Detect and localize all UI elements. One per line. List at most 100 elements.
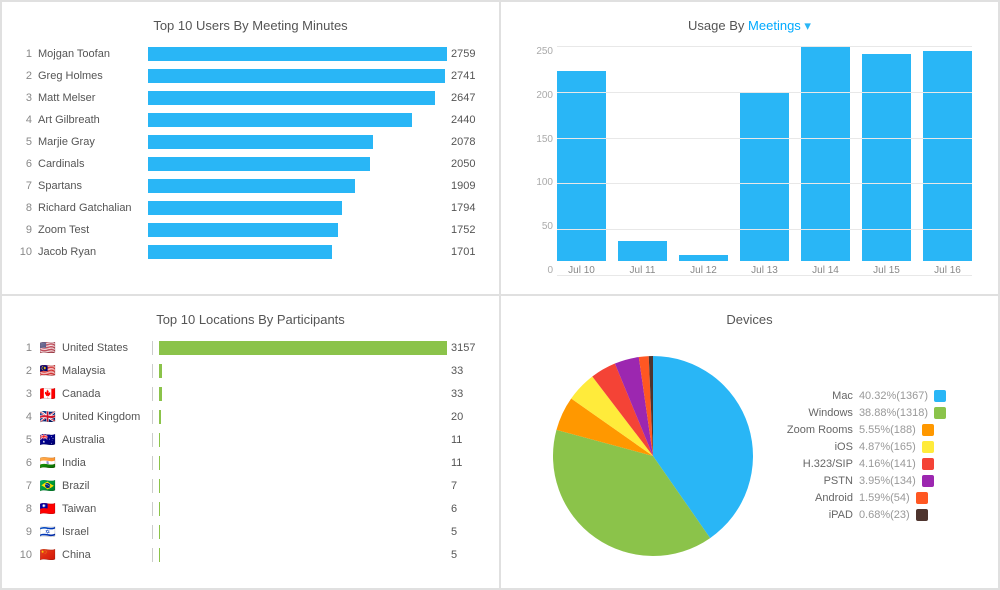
country-name: United Kingdom <box>62 411 152 423</box>
country-flag: 🇺🇸 <box>38 340 58 356</box>
rank-label: 4 <box>18 411 32 423</box>
bar-container <box>148 91 447 105</box>
locations-panel: Top 10 Locations By Participants 1🇺🇸Unit… <box>1 295 500 589</box>
location-value: 11 <box>451 434 483 446</box>
user-name: Mojgan Toofan <box>38 48 148 60</box>
country-name: Australia <box>62 434 152 446</box>
rank-label: 6 <box>18 158 32 170</box>
location-value: 20 <box>451 411 483 423</box>
country-flag: 🇨🇳 <box>38 547 58 563</box>
list-item: 3🇨🇦Canada33 <box>18 385 483 403</box>
location-value: 3157 <box>451 342 483 354</box>
user-name: Richard Gatchalian <box>38 202 148 214</box>
country-flag: 🇲🇾 <box>38 363 58 379</box>
location-bar-container <box>159 456 447 470</box>
user-name: Matt Melser <box>38 92 148 104</box>
table-row: 10Jacob Ryan1701 <box>18 243 483 261</box>
rank-label: 1 <box>18 342 32 354</box>
location-value: 5 <box>451 526 483 538</box>
country-name: Taiwan <box>62 503 152 515</box>
table-row: 9Zoom Test1752 <box>18 221 483 239</box>
legend-value: 1.59%(54) <box>859 492 910 504</box>
location-bar <box>159 387 162 401</box>
bar-value: 1701 <box>451 246 483 258</box>
usage-bar-col: Jul 16 <box>923 46 972 276</box>
usage-dropdown-icon[interactable]: ▾ <box>804 18 811 33</box>
bar-container <box>148 135 447 149</box>
usage-bar-col: Jul 15 <box>862 46 911 276</box>
list-item: 2🇲🇾Malaysia33 <box>18 362 483 380</box>
rank-label: 6 <box>18 457 32 469</box>
bar <box>148 157 370 171</box>
legend-value: 5.55%(188) <box>859 424 916 436</box>
legend-color-dot <box>916 509 928 521</box>
rank-label: 7 <box>18 180 32 192</box>
location-value: 6 <box>451 503 483 515</box>
rank-label: 3 <box>18 388 32 400</box>
table-row: 5Marjie Gray2078 <box>18 133 483 151</box>
bar-value: 2741 <box>451 70 483 82</box>
legend-item: iOS4.87%(165) <box>773 441 946 453</box>
list-item: 9🇮🇱Israel5 <box>18 523 483 541</box>
bar-container <box>148 47 447 61</box>
rank-label: 10 <box>18 549 32 561</box>
bar-value: 2440 <box>451 114 483 126</box>
table-row: 4Art Gilbreath2440 <box>18 111 483 129</box>
usage-bar <box>740 93 789 261</box>
usage-y-axis: 250200150100500 <box>517 46 557 276</box>
usage-bar-col: Jul 12 <box>679 46 728 276</box>
legend-item: PSTN3.95%(134) <box>773 475 946 487</box>
devices-title: Devices <box>517 312 982 327</box>
rank-label: 4 <box>18 114 32 126</box>
bar <box>148 179 355 193</box>
country-name: Brazil <box>62 480 152 492</box>
devices-panel: Devices Mac40.32%(1367)Windows38.88%(131… <box>500 295 999 589</box>
location-bar <box>159 456 160 470</box>
bar <box>148 69 445 83</box>
usage-bar-label: Jul 14 <box>812 265 839 276</box>
bar <box>148 245 332 259</box>
location-bar-container <box>159 502 447 516</box>
usage-bar-label: Jul 16 <box>934 265 961 276</box>
legend-value: 0.68%(23) <box>859 509 910 521</box>
rank-label: 5 <box>18 434 32 446</box>
dashboard: Top 10 Users By Meeting Minutes 1Mojgan … <box>0 0 1000 590</box>
y-axis-label: 150 <box>536 134 553 145</box>
country-flag: 🇮🇱 <box>38 524 58 540</box>
user-name: Spartans <box>38 180 148 192</box>
usage-chart-wrapper: 250200150100500 Jul 10Jul 11Jul 12Jul 13… <box>517 46 982 295</box>
rank-label: 2 <box>18 365 32 377</box>
legend-value: 40.32%(1367) <box>859 390 928 402</box>
usage-panel: Usage By Meetings ▾ 250200150100500 Jul … <box>500 1 999 295</box>
legend-label: H.323/SIP <box>773 458 853 470</box>
list-item: 5🇦🇺Australia11 <box>18 431 483 449</box>
list-item: 7🇧🇷Brazil7 <box>18 477 483 495</box>
bar-value: 2647 <box>451 92 483 104</box>
legend-label: Android <box>773 492 853 504</box>
list-item: 1🇺🇸United States3157 <box>18 339 483 357</box>
usage-bars: Jul 10Jul 11Jul 12Jul 13Jul 14Jul 15Jul … <box>517 46 982 276</box>
bar-container <box>148 179 447 193</box>
user-name: Greg Holmes <box>38 70 148 82</box>
table-row: 2 Greg Holmes 2741 <box>18 67 483 85</box>
bar <box>148 91 435 105</box>
country-flag: 🇹🇼 <box>38 501 58 517</box>
location-value: 33 <box>451 388 483 400</box>
usage-bar <box>618 241 667 261</box>
usage-bar <box>801 46 850 261</box>
legend-color-dot <box>922 424 934 436</box>
table-row: 1Mojgan Toofan2759 <box>18 45 483 63</box>
table-row: 3Matt Melser2647 <box>18 89 483 107</box>
location-bar-container <box>159 548 447 562</box>
usage-bar-label: Jul 15 <box>873 265 900 276</box>
location-bar <box>159 433 160 447</box>
top-users-chart: 1Mojgan Toofan27592Greg Holmes27413Matt … <box>18 45 483 261</box>
rank-label: 2 <box>18 70 32 82</box>
legend-value: 38.88%(1318) <box>859 407 928 419</box>
legend-label: Zoom Rooms <box>773 424 853 436</box>
top-users-title: Top 10 Users By Meeting Minutes <box>18 18 483 33</box>
divider <box>152 525 153 539</box>
location-bar-container <box>159 525 447 539</box>
table-row: 6Cardinals2050 <box>18 155 483 173</box>
legend-value: 4.16%(141) <box>859 458 916 470</box>
